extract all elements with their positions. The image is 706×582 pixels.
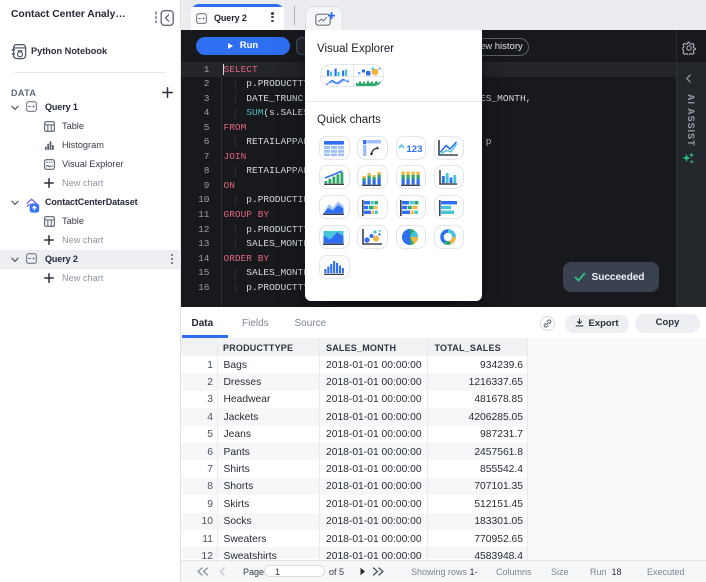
svg-text:123: 123	[407, 144, 423, 153]
